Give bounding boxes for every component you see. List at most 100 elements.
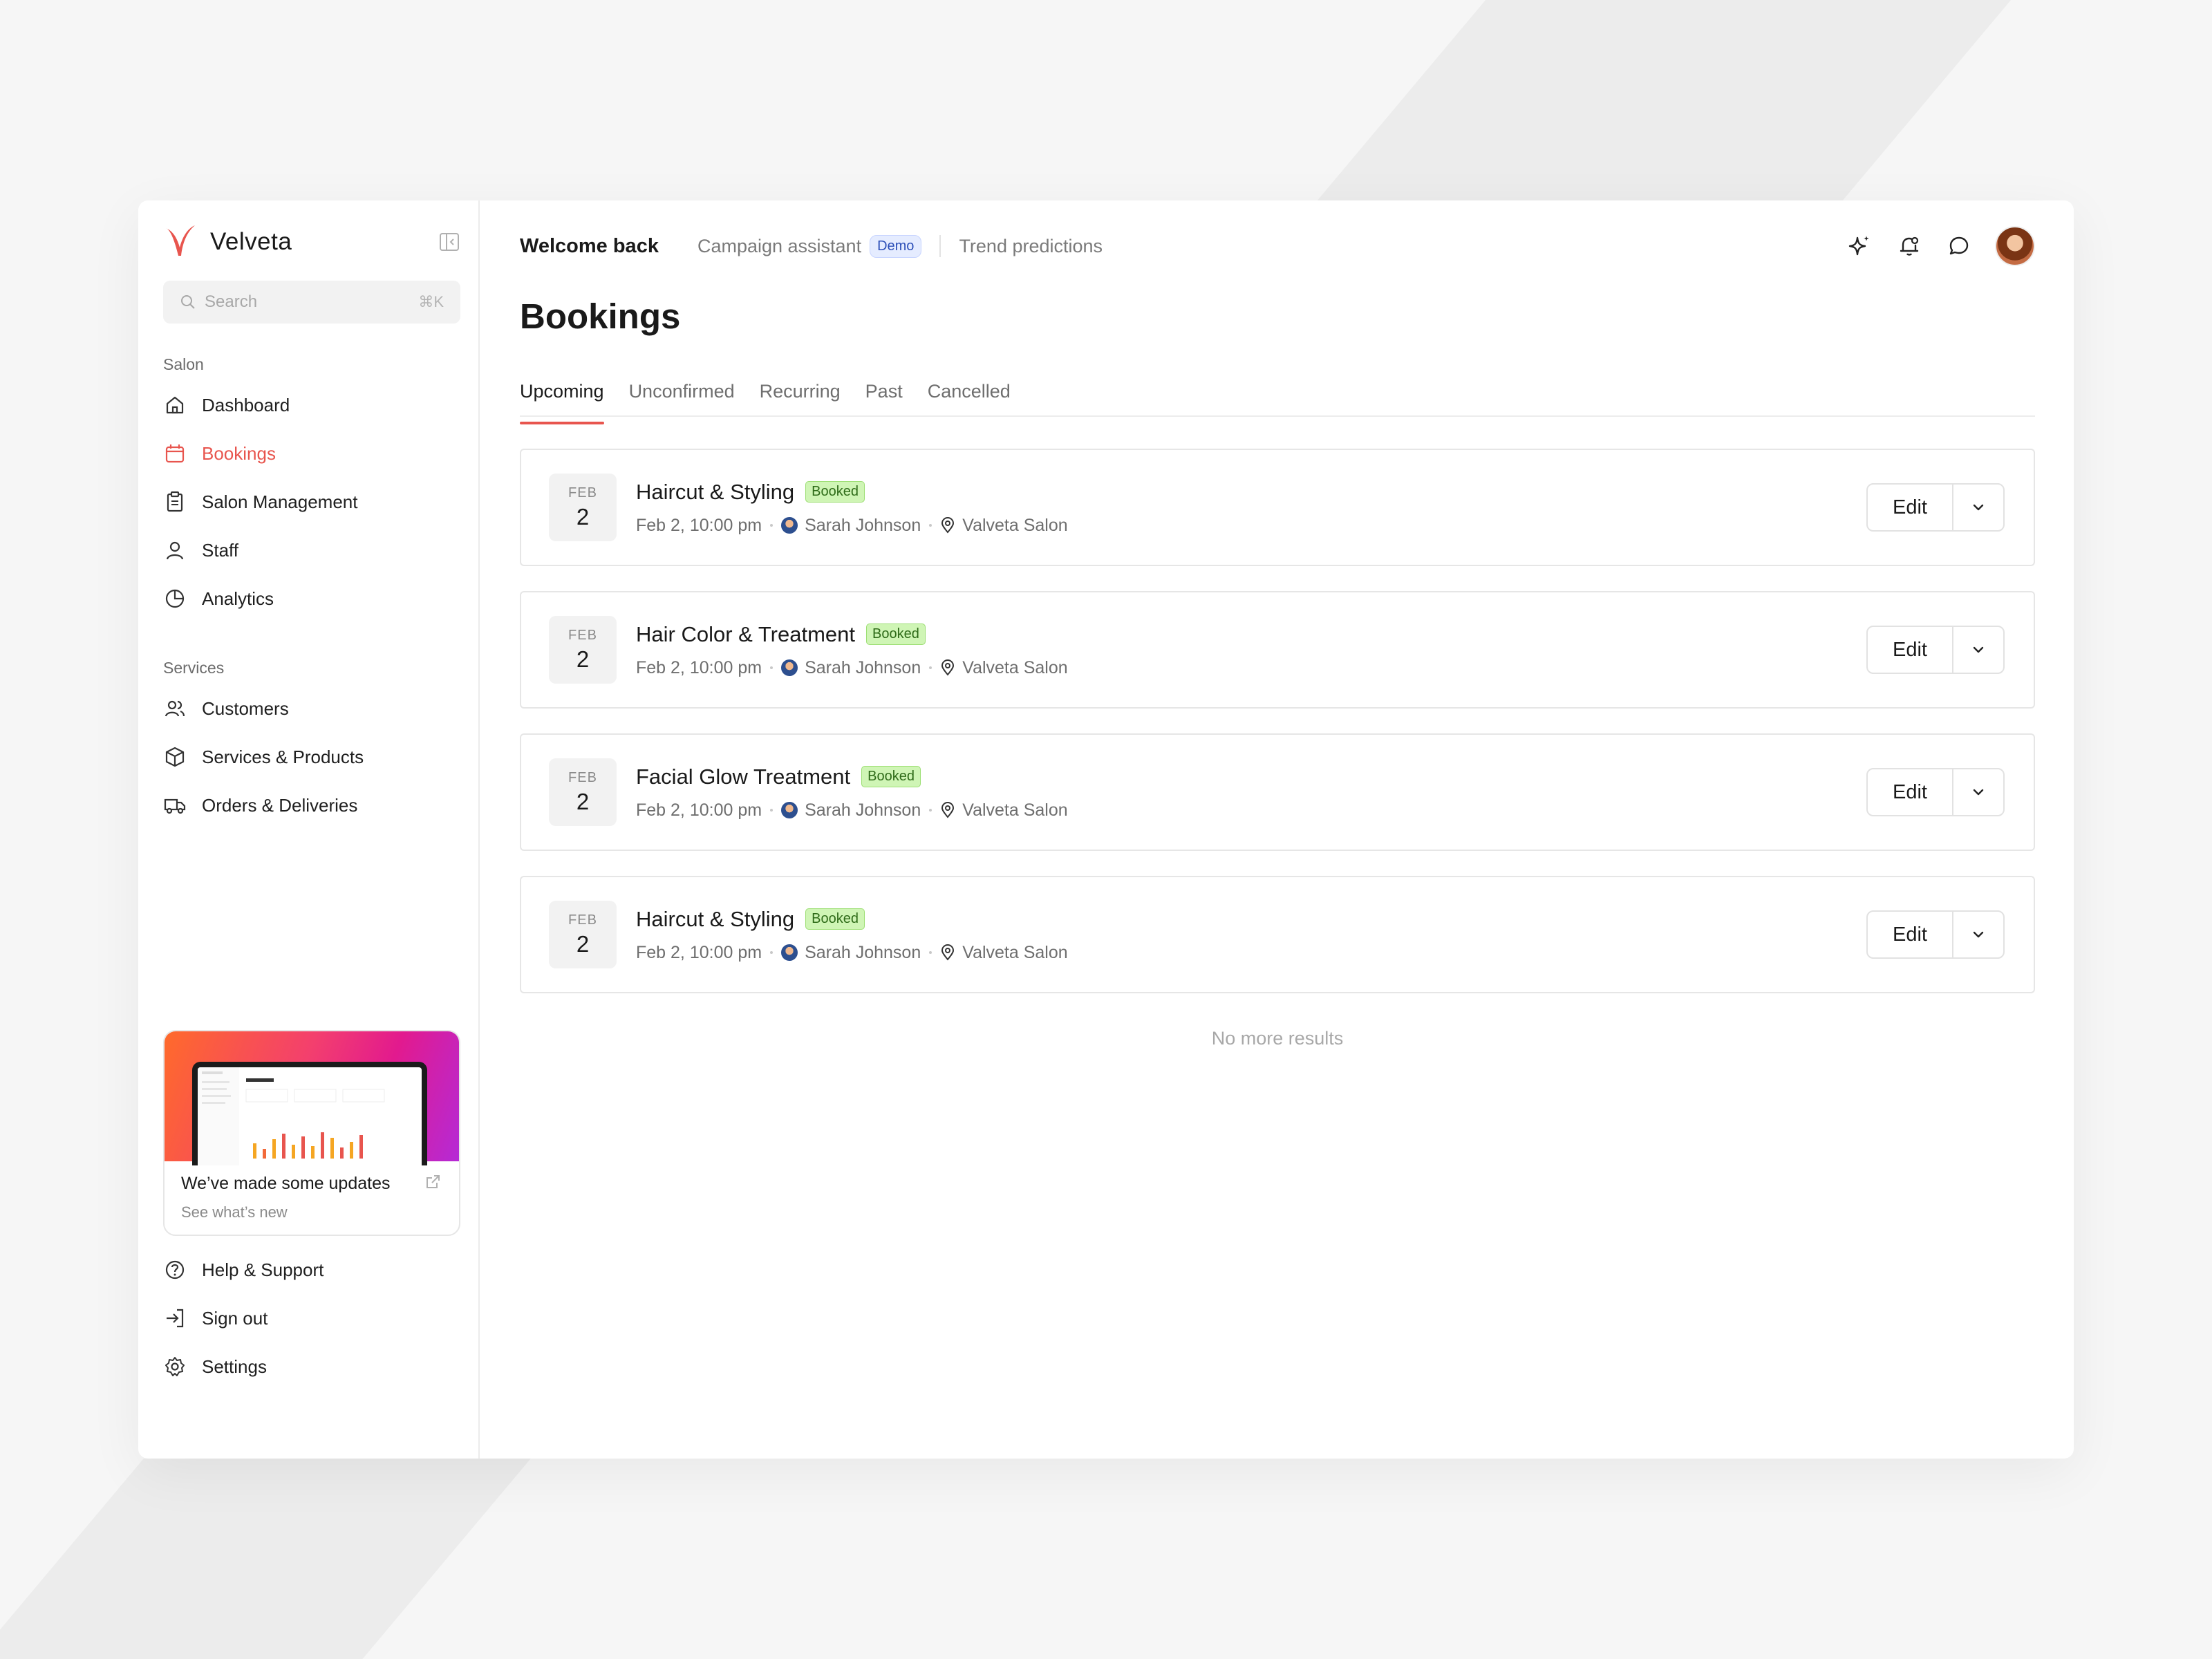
sidebar-item-label: Staff	[202, 539, 239, 561]
booking-card[interactable]: FEB 2 Facial Glow Treatment Booked Feb 2,…	[520, 733, 2035, 851]
status-badge: Booked	[861, 766, 921, 787]
booking-title: Facial Glow Treatment	[636, 764, 851, 789]
booking-actions: Edit	[1866, 768, 2005, 816]
booking-time: Feb 2, 10:00 pm	[636, 942, 762, 962]
booking-title: Hair Color & Treatment	[636, 621, 855, 646]
more-actions-button[interactable]	[1953, 912, 2003, 957]
users-icon	[163, 697, 187, 720]
status-badge: Booked	[866, 624, 926, 645]
section-label-services: Services	[163, 659, 225, 677]
brand-name: Velveta	[210, 228, 292, 255]
search-shortcut: ⌘K	[418, 293, 444, 310]
page-title: Bookings	[520, 297, 681, 336]
separator-dot	[770, 809, 774, 812]
sidebar-item-label: Analytics	[202, 588, 274, 609]
sparkle-icon[interactable]	[1846, 232, 1873, 260]
chevron-down-icon	[1973, 789, 1984, 796]
booking-card[interactable]: FEB 2 Haircut & Styling Booked Feb 2, 10:…	[520, 449, 2035, 566]
booking-actions: Edit	[1866, 483, 2005, 532]
tab-welcome-back[interactable]: Welcome back	[520, 235, 659, 258]
sidebar-item-label: Salon Management	[202, 491, 358, 512]
date-badge: FEB 2	[549, 901, 617, 968]
booking-staff: Sarah Johnson	[805, 515, 921, 535]
staff-avatar	[781, 517, 798, 534]
booking-location: Valveta Salon	[962, 800, 1068, 820]
sidebar-item-analytics[interactable]: Analytics	[163, 574, 460, 623]
sidebar-item-label: Help & Support	[202, 1259, 324, 1280]
sidebar-item-label: Sign out	[202, 1307, 268, 1329]
search-icon	[181, 295, 195, 309]
booking-time: Feb 2, 10:00 pm	[636, 515, 762, 535]
date-day: 2	[576, 788, 590, 814]
sidebar-item-label: Customers	[202, 697, 289, 719]
booking-actions: Edit	[1866, 910, 2005, 959]
sidebar-item-settings[interactable]: Settings	[163, 1342, 460, 1391]
sidebar-item-help-support[interactable]: Help & Support	[163, 1246, 460, 1294]
booking-location: Valveta Salon	[962, 515, 1068, 535]
date-month: FEB	[568, 485, 597, 500]
location-pin-icon	[941, 944, 955, 961]
sidebar-bottom-nav: Help & Support Sign out Settings	[163, 1246, 460, 1391]
separator-dot	[929, 951, 932, 954]
tab-upcoming[interactable]: Upcoming	[520, 381, 604, 424]
staff-avatar	[781, 802, 798, 818]
location-pin-icon	[941, 802, 955, 818]
home-icon	[163, 393, 187, 417]
more-actions-button[interactable]	[1953, 485, 2003, 530]
sidebar-item-customers[interactable]: Customers	[163, 684, 460, 733]
sidebar-item-salon-management[interactable]: Salon Management	[163, 478, 460, 526]
edit-button[interactable]: Edit	[1868, 912, 1953, 957]
location-pin-icon	[941, 659, 955, 676]
gear-icon	[163, 1355, 187, 1378]
sidebar-item-staff[interactable]: Staff	[163, 526, 460, 574]
sidebar-item-bookings[interactable]: Bookings	[163, 429, 460, 478]
chat-icon[interactable]	[1945, 232, 1973, 260]
separator-dot	[770, 524, 774, 527]
updates-card-subtitle: See what’s new	[181, 1203, 288, 1221]
booking-staff: Sarah Johnson	[805, 942, 921, 962]
tab-recurring[interactable]: Recurring	[760, 381, 841, 415]
collapse-sidebar-icon[interactable]	[438, 231, 460, 253]
separator-dot	[929, 524, 932, 527]
brand[interactable]: Velveta	[163, 220, 460, 264]
tab-campaign-assistant[interactable]: Campaign assistant	[697, 236, 861, 257]
chevron-down-icon	[1973, 931, 1984, 938]
updates-card[interactable]: We’ve made some updates See what’s new	[163, 1030, 460, 1236]
date-badge: FEB 2	[549, 758, 617, 826]
edit-button[interactable]: Edit	[1868, 769, 1953, 815]
booking-staff: Sarah Johnson	[805, 657, 921, 677]
more-actions-button[interactable]	[1953, 627, 2003, 673]
booking-staff: Sarah Johnson	[805, 800, 921, 820]
notification-bell-icon[interactable]	[1895, 232, 1923, 260]
booking-time: Feb 2, 10:00 pm	[636, 800, 762, 820]
booking-tabs: Upcoming Unconfirmed Recurring Past Canc…	[520, 381, 2035, 424]
tab-trend-predictions[interactable]: Trend predictions	[959, 236, 1103, 257]
tab-cancelled[interactable]: Cancelled	[928, 381, 1011, 415]
sidebar-item-orders-deliveries[interactable]: Orders & Deliveries	[163, 781, 460, 830]
external-link-icon[interactable]	[424, 1174, 441, 1190]
divider	[939, 235, 941, 257]
booking-card[interactable]: FEB 2 Hair Color & Treatment Booked Feb 2…	[520, 591, 2035, 709]
tab-past[interactable]: Past	[865, 381, 903, 415]
edit-button[interactable]: Edit	[1868, 485, 1953, 530]
truck-icon	[163, 794, 187, 817]
user-avatar[interactable]	[1995, 226, 2035, 266]
laptop-illustration	[192, 1062, 427, 1165]
edit-button[interactable]: Edit	[1868, 627, 1953, 673]
user-icon	[163, 538, 187, 562]
sidebar-item-label: Services & Products	[202, 746, 364, 767]
more-actions-button[interactable]	[1953, 769, 2003, 815]
chevron-down-icon	[1973, 504, 1984, 511]
booking-card[interactable]: FEB 2 Haircut & Styling Booked Feb 2, 10:…	[520, 876, 2035, 993]
help-icon	[163, 1258, 187, 1282]
date-month: FEB	[568, 912, 597, 928]
sidebar-item-sign-out[interactable]: Sign out	[163, 1294, 460, 1342]
tab-unconfirmed[interactable]: Unconfirmed	[629, 381, 735, 415]
sidebar-item-services-products[interactable]: Services & Products	[163, 733, 460, 781]
staff-avatar	[781, 659, 798, 676]
main-content: Welcome back Campaign assistant Demo Tre…	[480, 200, 2074, 1459]
search-input[interactable]: Search ⌘K	[163, 281, 460, 324]
sidebar-item-dashboard[interactable]: Dashboard	[163, 381, 460, 429]
booking-location: Valveta Salon	[962, 657, 1068, 677]
separator-dot	[929, 809, 932, 812]
